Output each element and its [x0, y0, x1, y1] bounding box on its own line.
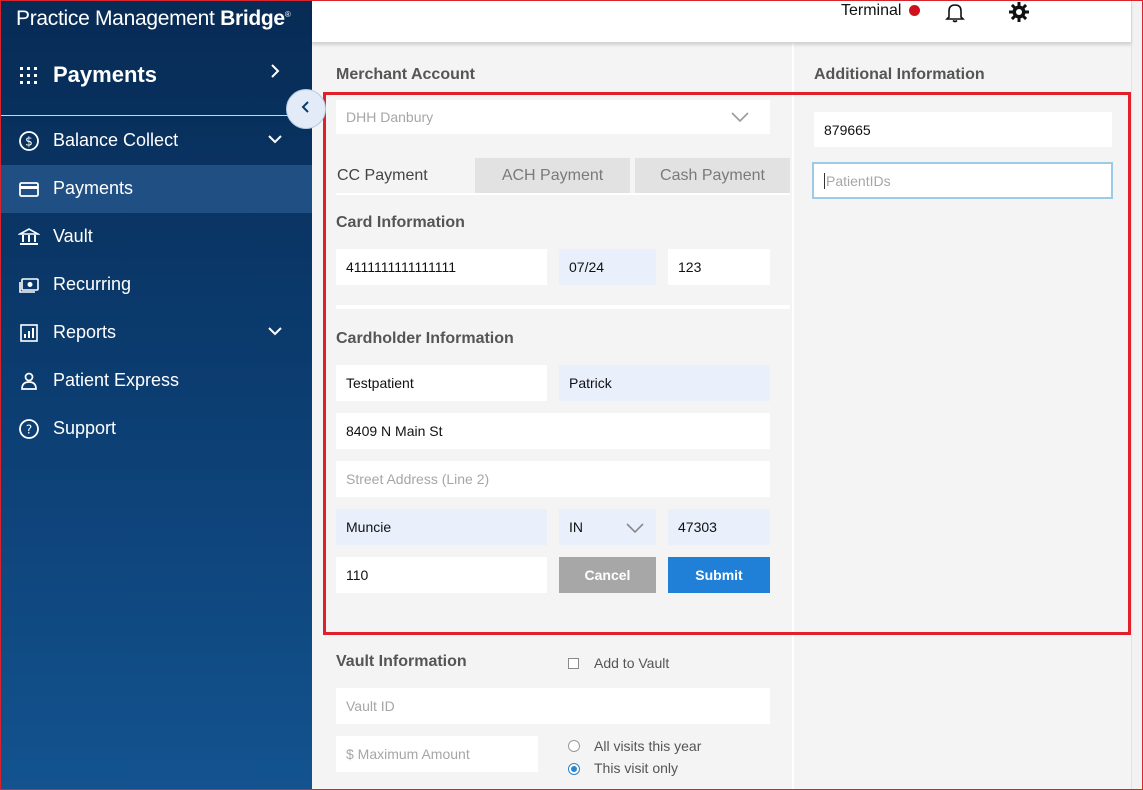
cancel-button[interactable]: Cancel: [559, 557, 656, 593]
card-number-input[interactable]: 4111111111111111: [336, 249, 547, 285]
brand-logo: Practice Management Bridge®: [16, 7, 291, 30]
help-circle-icon: ?: [18, 418, 40, 440]
street-address-line2-placeholder: Street Address (Line 2): [346, 471, 490, 487]
sidebar-item-label: Support: [53, 418, 117, 438]
column-divider: [792, 43, 794, 789]
merchant-account-heading: Merchant Account: [336, 66, 475, 83]
sidebar: Practice Management Bridge® Payments $ B…: [1, 1, 312, 789]
top-bar: Terminal: [312, 1, 1131, 43]
tab-cc-payment[interactable]: CC Payment: [336, 158, 470, 193]
text-cursor: [824, 172, 825, 189]
cash-icon: [18, 274, 40, 296]
this-visit-only-label: This visit only: [594, 760, 679, 776]
patient-ids-placeholder: PatientIDs: [826, 172, 891, 189]
dollar-circle-icon: $: [18, 130, 40, 152]
add-to-vault-checkbox[interactable]: [568, 658, 579, 669]
card-cvv-value: 123: [678, 259, 702, 275]
all-visits-this-year-label: All visits this year: [594, 738, 702, 754]
radio-this-visit-only[interactable]: [568, 763, 580, 775]
chevron-down-icon: [267, 324, 283, 342]
page-scrollbar[interactable]: [1131, 1, 1142, 789]
merchant-account-value: DHH Danbury: [346, 109, 434, 125]
amount-value: 110: [346, 567, 369, 583]
last-name-input[interactable]: Testpatient: [336, 365, 547, 401]
bank-icon: [18, 226, 40, 248]
street-address-value: 8409 N Main St: [346, 423, 443, 439]
maximum-amount-placeholder: $ Maximum Amount: [346, 746, 470, 762]
sidebar-item-patient-express[interactable]: Patient Express: [1, 357, 312, 405]
radio-all-visits-this-year[interactable]: [568, 740, 580, 752]
chevron-down-icon: [730, 110, 750, 126]
tab-ach-payment[interactable]: ACH Payment: [475, 158, 630, 193]
city-value: Muncie: [346, 519, 392, 535]
card-information-heading: Card Information: [336, 214, 465, 231]
terminal-status-dot: [909, 5, 920, 16]
sidebar-item-recurring[interactable]: Recurring: [1, 261, 312, 309]
tab-cash-payment[interactable]: Cash Payment: [635, 158, 790, 193]
state-select[interactable]: IN: [559, 509, 656, 545]
svg-text:$: $: [25, 135, 33, 149]
state-value: IN: [569, 519, 583, 535]
zip-value: 47303: [678, 519, 717, 535]
sidebar-item-label: Vault: [53, 226, 93, 246]
additional-information-heading: Additional Information: [814, 66, 985, 83]
submit-button[interactable]: Submit: [668, 557, 770, 593]
svg-text:?: ?: [26, 423, 32, 437]
card-cvv-input[interactable]: 123: [668, 249, 770, 285]
account-number-input[interactable]: 879665: [814, 112, 1112, 147]
report-chart-icon: [18, 322, 40, 344]
sidebar-item-reports[interactable]: Reports: [1, 309, 312, 357]
street-address-line2-input[interactable]: Street Address (Line 2): [336, 461, 770, 497]
card-number-value: 4111111111111111: [346, 259, 457, 275]
vault-id-placeholder: Vault ID: [346, 698, 395, 714]
section-separator: [336, 305, 790, 309]
sidebar-item-label: Patient Express: [53, 370, 180, 390]
chevron-right-icon: [269, 63, 281, 84]
tab-label: CC Payment: [337, 166, 428, 184]
person-icon: [18, 370, 40, 392]
sidebar-item-vault[interactable]: Vault: [1, 213, 312, 261]
chevron-left-icon: [300, 100, 312, 119]
maximum-amount-input[interactable]: $ Maximum Amount: [336, 736, 538, 772]
sidebar-item-balance-collect[interactable]: $ Balance Collect: [1, 117, 312, 165]
merchant-account-select[interactable]: DHH Danbury: [336, 100, 770, 134]
add-to-vault-label: Add to Vault: [594, 655, 670, 671]
bell-icon[interactable]: [944, 1, 966, 28]
module-switcher[interactable]: Payments: [1, 51, 312, 99]
sidebar-item-label: Reports: [53, 322, 117, 342]
apps-grid-icon: [20, 67, 37, 84]
zip-input[interactable]: 47303: [668, 509, 770, 545]
sidebar-nav: $ Balance Collect Payments Vault Recurri…: [1, 117, 312, 453]
chevron-down-icon: [625, 521, 645, 537]
sidebar-item-label: Balance Collect: [53, 130, 179, 150]
vault-id-input[interactable]: Vault ID: [336, 688, 770, 724]
module-title: Payments: [53, 62, 157, 87]
sidebar-item-support[interactable]: ? Support: [1, 405, 312, 453]
tab-label: ACH Payment: [501, 166, 604, 184]
street-address-input[interactable]: 8409 N Main St: [336, 413, 770, 449]
collapse-sidebar-button[interactable]: [286, 89, 326, 129]
patient-ids-input[interactable]: PatientIDs: [812, 162, 1113, 199]
last-name-value: Testpatient: [346, 375, 414, 391]
account-number-value: 879665: [824, 121, 871, 138]
vault-information-heading: Vault Information: [336, 653, 467, 670]
sidebar-item-label: Payments: [53, 178, 134, 198]
card-expiry-value: 07/24: [569, 259, 605, 275]
sidebar-divider: [1, 115, 312, 116]
first-name-input[interactable]: Patrick: [559, 365, 770, 401]
tab-underline: [336, 193, 790, 195]
tab-label: Cash Payment: [660, 166, 765, 184]
first-name-value: Patrick: [569, 375, 612, 391]
credit-card-icon: [18, 178, 40, 200]
chevron-down-icon: [267, 132, 283, 150]
sidebar-item-payments[interactable]: Payments: [1, 165, 312, 213]
amount-input[interactable]: 110: [336, 557, 547, 593]
cardholder-information-heading: Cardholder Information: [336, 330, 514, 347]
card-expiry-input[interactable]: 07/24: [559, 249, 656, 285]
sidebar-item-label: Recurring: [53, 274, 132, 294]
terminal-label[interactable]: Terminal: [841, 2, 901, 20]
gear-icon[interactable]: [1008, 1, 1030, 28]
city-input[interactable]: Muncie: [336, 509, 547, 545]
